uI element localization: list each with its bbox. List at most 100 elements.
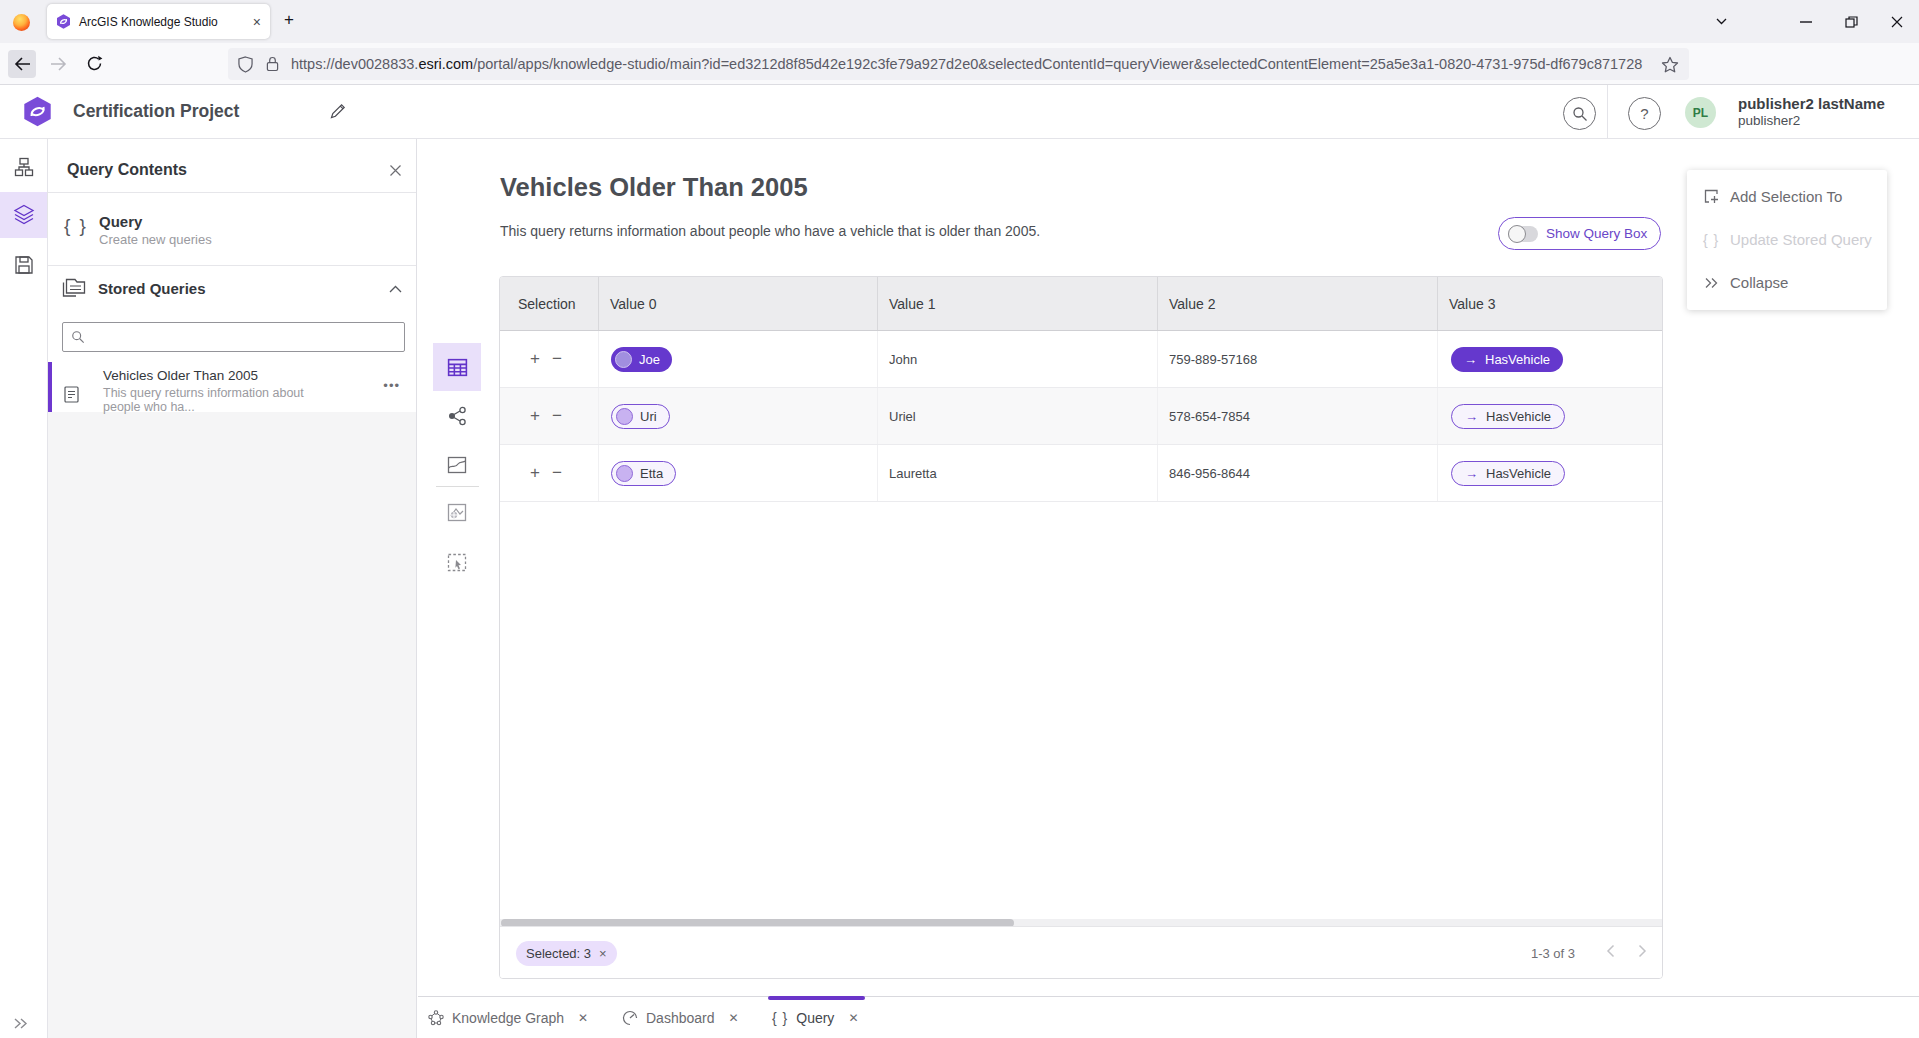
value-cell: John (878, 331, 1158, 387)
firefox-icon[interactable] (13, 14, 30, 31)
tab-title: ArcGIS Knowledge Studio (79, 15, 218, 29)
menu-item-add-selection-to[interactable]: Add Selection To (1687, 175, 1887, 218)
item-options-icon[interactable]: ••• (383, 378, 400, 393)
tab-close-icon[interactable]: ✕ (848, 1011, 858, 1025)
stored-query-title: Vehicles Older Than 2005 (103, 368, 258, 383)
tab-query-active[interactable]: { } Query ✕ (772, 997, 858, 1038)
url-text: https://dev0028833.esri.com/portal/apps/… (291, 56, 1661, 72)
bookmark-star-icon[interactable] (1661, 56, 1679, 73)
selected-indicator (48, 362, 52, 412)
main-content: Vehicles Older Than 2005 This query retu… (418, 139, 1919, 1038)
expand-sidebar-icon[interactable] (13, 1017, 29, 1030)
selection-cell: + − (500, 331, 599, 387)
collapse-chevron-icon[interactable] (389, 285, 402, 293)
tab-close-icon[interactable]: ✕ (729, 1011, 739, 1025)
relationship-pill[interactable]: →HasVehicle (1451, 461, 1565, 486)
avatar[interactable]: PL (1685, 97, 1716, 128)
relationship-cell: →HasVehicle (1438, 445, 1662, 501)
relationship-pill[interactable]: →HasVehicle (1451, 347, 1563, 372)
next-page-icon[interactable] (1638, 944, 1647, 958)
stored-query-desc: This query returns information about (103, 386, 304, 400)
search-icon (71, 330, 85, 344)
clear-selection-icon[interactable]: × (599, 946, 607, 961)
restore-icon[interactable] (1845, 16, 1858, 28)
selected-count-chip[interactable]: Selected: 3 × (516, 941, 617, 966)
remove-from-selection-button[interactable]: − (552, 406, 562, 426)
show-query-box-toggle[interactable]: Show Query Box (1498, 217, 1661, 250)
stored-queries-search[interactable] (62, 322, 405, 352)
page-description: This query returns information about peo… (500, 223, 1040, 239)
stored-query-desc: people who ha... (103, 400, 195, 414)
new-map-icon[interactable] (447, 503, 467, 522)
browser-tab[interactable]: ArcGIS Knowledge Studio × (47, 4, 270, 39)
user-username: publisher2 (1738, 112, 1800, 129)
app-header: Certification Project ? PL publisher2 la… (0, 85, 1919, 139)
dashboard-gauge-icon (622, 1010, 638, 1026)
relationship-pill[interactable]: →HasVehicle (1451, 404, 1565, 429)
knowledge-graph-icon (428, 1010, 444, 1026)
help-icon: ? (1640, 105, 1648, 122)
tab-close-icon[interactable]: ✕ (578, 1011, 588, 1025)
search-button[interactable] (1563, 97, 1596, 130)
remove-from-selection-button[interactable]: − (552, 349, 562, 369)
add-to-selection-button[interactable]: + (530, 349, 540, 369)
remove-from-selection-button[interactable]: − (552, 463, 562, 483)
query-item-title[interactable]: Query (99, 213, 142, 230)
browser-toolbar: https://dev0028833.esri.com/portal/apps/… (0, 43, 1919, 85)
query-results-table: Selection Value 0 Value 1 Value 2 Value … (499, 276, 1663, 979)
search-icon (1572, 106, 1588, 122)
reload-icon[interactable] (86, 55, 103, 72)
column-header-value3[interactable]: Value 3 (1438, 277, 1662, 330)
previous-page-icon[interactable] (1606, 944, 1615, 958)
add-to-selection-button[interactable]: + (530, 406, 540, 426)
panel-title: Query Contents (67, 161, 187, 179)
search-input[interactable] (92, 330, 396, 345)
table-row: + − Etta Lauretta 846-956-8644 →HasVehic… (500, 445, 1662, 502)
add-to-selection-button[interactable]: + (530, 463, 540, 483)
shield-icon[interactable] (238, 56, 253, 73)
column-header-selection[interactable]: Selection (500, 277, 599, 330)
window-close-icon[interactable] (1891, 16, 1903, 28)
forward-icon[interactable] (50, 56, 67, 72)
value-cell: 846-956-8644 (1158, 445, 1438, 501)
link-chart-icon[interactable] (447, 406, 468, 426)
layers-tab-selected[interactable] (0, 192, 47, 238)
tab-knowledge-graph[interactable]: Knowledge Graph ✕ (428, 997, 588, 1038)
back-icon[interactable] (14, 56, 31, 72)
menu-item-collapse[interactable]: Collapse (1687, 261, 1887, 304)
entity-pill[interactable]: Etta (611, 461, 676, 486)
select-area-icon[interactable] (447, 553, 467, 572)
data-model-icon[interactable] (14, 157, 34, 177)
new-tab-button[interactable]: + (284, 10, 294, 30)
divider (48, 192, 416, 193)
url-bar[interactable]: https://dev0028833.esri.com/portal/apps/… (228, 48, 1689, 80)
table-row: + − Joe John 759-889-57168 →HasVehicle (500, 331, 1662, 388)
list-tabs-chevron-icon[interactable] (1715, 16, 1728, 26)
divider (48, 265, 416, 266)
minimize-icon[interactable] (1799, 21, 1813, 23)
value-cell: 578-654-7854 (1158, 388, 1438, 444)
page-title: Vehicles Older Than 2005 (500, 173, 808, 202)
query-document-icon (64, 386, 79, 403)
column-header-value1[interactable]: Value 1 (878, 277, 1158, 330)
layers-icon (13, 204, 35, 226)
stored-query-item[interactable]: Vehicles Older Than 2005 This query retu… (48, 362, 416, 412)
braces-icon: { } (772, 1010, 788, 1026)
save-icon[interactable] (14, 255, 34, 275)
entity-pill[interactable]: Uri (611, 404, 670, 429)
panel-close-icon[interactable] (389, 164, 402, 177)
column-header-value2[interactable]: Value 2 (1158, 277, 1438, 330)
menu-item-update-stored-query[interactable]: { } Update Stored Query (1687, 218, 1887, 261)
table-view-tab-selected[interactable] (433, 343, 481, 391)
map-icon[interactable] (447, 456, 467, 474)
tab-dashboard[interactable]: Dashboard ✕ (622, 997, 739, 1038)
toggle-track (1508, 226, 1538, 242)
edit-pencil-icon[interactable] (328, 101, 348, 121)
tab-close-icon[interactable]: × (253, 15, 261, 29)
help-button[interactable]: ? (1628, 97, 1661, 130)
entity-pill[interactable]: Joe (611, 347, 672, 372)
lock-icon[interactable] (266, 56, 279, 72)
add-selection-icon (1702, 188, 1720, 205)
column-header-value0[interactable]: Value 0 (599, 277, 878, 330)
braces-icon: { } (64, 215, 88, 237)
